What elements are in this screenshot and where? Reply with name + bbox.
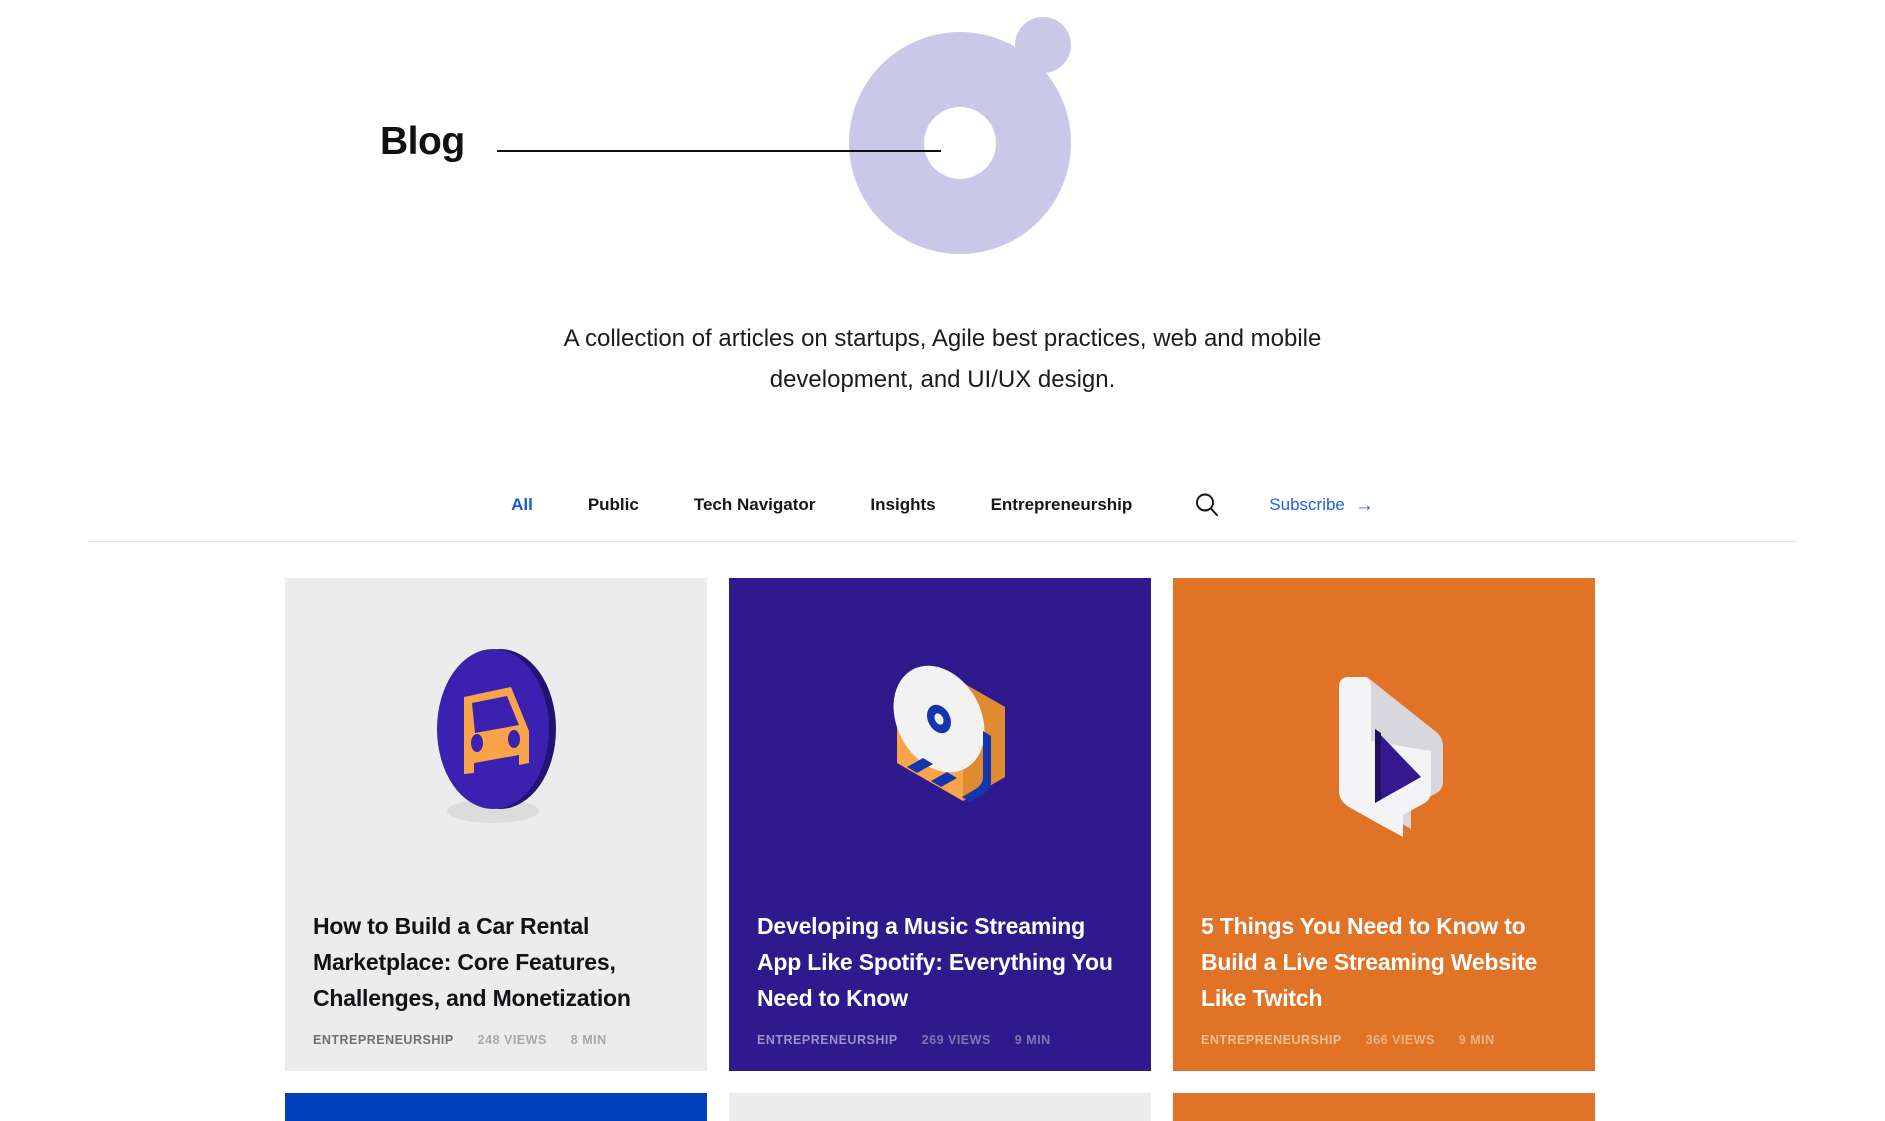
music-player-illustration bbox=[845, 643, 1035, 843]
card-read-time: 8 MIN bbox=[570, 1033, 607, 1047]
car-disc-illustration bbox=[401, 643, 591, 843]
card-title: Developing a Music Streaming App Like Sp… bbox=[757, 913, 1113, 1011]
chat-play-illustration bbox=[1289, 643, 1479, 843]
card-body: Developing a Music Streaming App Like Sp… bbox=[729, 908, 1151, 1071]
filter-tab-all[interactable]: All bbox=[511, 495, 533, 515]
card-body: How to Build a Car Rental Marketplace: C… bbox=[285, 908, 707, 1071]
card-artwork bbox=[1173, 578, 1595, 908]
card-views: 366 VIEWS bbox=[1365, 1033, 1435, 1047]
card-meta: ENTREPRENEURSHIP 269 VIEWS 9 MIN bbox=[757, 1033, 1123, 1047]
card-read-time: 9 MIN bbox=[1458, 1033, 1495, 1047]
blog-page: Blog A collection of articles on startup… bbox=[0, 0, 1885, 1121]
card-category: ENTREPRENEURSHIP bbox=[1201, 1033, 1342, 1047]
card-meta: ENTREPRENEURSHIP 248 VIEWS 8 MIN bbox=[313, 1033, 679, 1047]
card-views: 248 VIEWS bbox=[477, 1033, 547, 1047]
search-icon bbox=[1193, 491, 1221, 519]
article-card-row2-3[interactable] bbox=[1173, 1093, 1595, 1121]
decorative-donut-hole bbox=[924, 107, 996, 179]
card-title: How to Build a Car Rental Marketplace: C… bbox=[313, 913, 631, 1011]
hero-subtitle-line-1: A collection of articles on startups, Ag… bbox=[563, 325, 1322, 352]
card-views: 269 VIEWS bbox=[921, 1033, 991, 1047]
filter-tab-entrepreneurship[interactable]: Entrepreneurship bbox=[991, 495, 1133, 515]
decorative-small-circle bbox=[1015, 17, 1071, 73]
filter-bar-divider bbox=[88, 541, 1797, 542]
article-card-car-rental[interactable]: How to Build a Car Rental Marketplace: C… bbox=[285, 578, 707, 1071]
category-filters: All Public Tech Navigator Insights Entre… bbox=[511, 495, 1132, 515]
card-category: ENTREPRENEURSHIP bbox=[757, 1033, 898, 1047]
card-meta: ENTREPRENEURSHIP 366 VIEWS 9 MIN bbox=[1201, 1033, 1567, 1047]
page-title: Blog bbox=[380, 120, 465, 163]
card-artwork bbox=[285, 578, 707, 908]
filter-tab-insights[interactable]: Insights bbox=[870, 495, 935, 515]
card-artwork bbox=[729, 578, 1151, 908]
filter-tab-public[interactable]: Public bbox=[588, 495, 639, 515]
subscribe-label: Subscribe bbox=[1269, 495, 1345, 514]
hero-section: Blog bbox=[0, 0, 1885, 290]
card-body: 5 Things You Need to Know to Build a Liv… bbox=[1173, 908, 1595, 1071]
filter-bar: All Public Tech Navigator Insights Entre… bbox=[0, 488, 1885, 522]
subscribe-link[interactable]: Subscribe → bbox=[1269, 495, 1374, 515]
search-button[interactable] bbox=[1190, 488, 1224, 522]
hero-subtitle-line-2: development, and UI/UX design. bbox=[769, 366, 1116, 393]
card-category: ENTREPRENEURSHIP bbox=[313, 1033, 454, 1047]
article-card-music-streaming[interactable]: Developing a Music Streaming App Like Sp… bbox=[729, 578, 1151, 1071]
hero-subtitle: A collection of articles on startups, Ag… bbox=[0, 318, 1885, 400]
article-grid: How to Build a Car Rental Marketplace: C… bbox=[285, 578, 1595, 1121]
card-title: 5 Things You Need to Know to Build a Liv… bbox=[1201, 913, 1538, 1011]
hero-divider-line bbox=[497, 150, 941, 152]
article-card-row2-1[interactable] bbox=[285, 1093, 707, 1121]
arrow-right-icon: → bbox=[1354, 494, 1374, 516]
card-read-time: 9 MIN bbox=[1014, 1033, 1051, 1047]
filter-tab-tech-navigator[interactable]: Tech Navigator bbox=[694, 495, 816, 515]
article-card-live-streaming[interactable]: 5 Things You Need to Know to Build a Liv… bbox=[1173, 578, 1595, 1071]
article-card-row2-2[interactable] bbox=[729, 1093, 1151, 1121]
